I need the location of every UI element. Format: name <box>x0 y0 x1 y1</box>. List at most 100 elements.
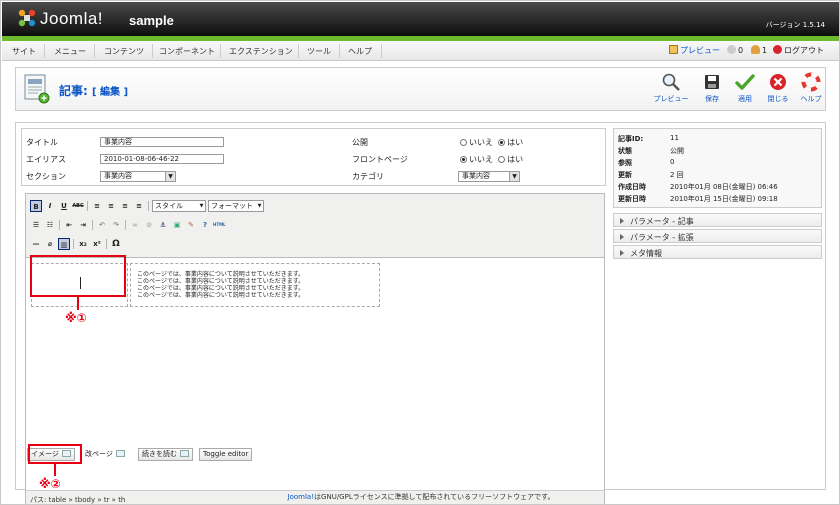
checkmark-icon <box>735 74 755 90</box>
menu-item-components[interactable]: コンポーネント <box>159 46 215 57</box>
anchor-icon[interactable]: ⚓ <box>157 219 169 231</box>
users-icon <box>751 45 760 54</box>
indent-icon[interactable]: ⇥ <box>77 219 89 231</box>
expand-arrow-icon <box>620 218 624 224</box>
preview-icon <box>669 45 678 54</box>
edit-form-area: タイトル 事業内容 エイリアス 2010-01-08-06-46-22 セクショ… <box>15 122 826 504</box>
content-line: このページでは、事業内容について説明させていただきます。 <box>137 292 305 299</box>
remove-format-icon[interactable]: ⌀ <box>44 238 56 250</box>
content-line: このページでは、事業内容について説明させていただきます。 <box>137 285 305 292</box>
image-icon[interactable]: ▣ <box>171 219 183 231</box>
visual-aid-icon[interactable]: ▥ <box>58 238 70 250</box>
frontpage-no-radio[interactable]: いいえ <box>460 155 493 164</box>
menu-item-help[interactable]: ヘルプ <box>348 46 372 57</box>
align-justify-icon[interactable]: ≡ <box>133 200 145 212</box>
article-meta-box: 記事ID: 11 状態 公開 参照 0 更新 2 回 作成日時 2010年01月 08日(… <box>613 128 822 208</box>
menu-item-tools[interactable]: ツール <box>307 46 331 57</box>
close-button[interactable]: 閉じる <box>760 72 796 104</box>
window-frame: Joomla! sample バージョン 1.5.14 サイト メニュー コンテ… <box>0 0 840 505</box>
bold-icon[interactable]: B <box>30 200 42 212</box>
undo-icon[interactable]: ↶ <box>96 219 108 231</box>
floppy-disk-icon <box>705 75 719 89</box>
menu-item-content[interactable]: コンテンツ <box>104 46 144 57</box>
logout-link[interactable]: ログアウト <box>773 45 824 56</box>
frontpage-radios: いいえ はい <box>460 154 523 165</box>
help-icon[interactable]: ? <box>199 219 211 231</box>
main-menu: サイト メニュー コンテンツ コンポーネント エクステンション ツール ヘルプ … <box>2 41 839 61</box>
bullet-list-icon[interactable]: ☰ <box>30 219 42 231</box>
published-yes-radio[interactable]: はい <box>498 138 523 147</box>
chevron-down-icon: ▼ <box>165 172 175 181</box>
article-edit-icon <box>24 74 50 104</box>
horizontal-rule-icon[interactable]: — <box>30 238 42 250</box>
annotation-box-1 <box>30 255 126 297</box>
annotation-line-2 <box>54 464 56 476</box>
editor-toolbar: B I U ABC ≡ ≡ ≡ ≡ スタイル ▼ フォーマット ▼ ☰ ☷ ⇤ … <box>26 194 604 258</box>
frontpage-yes-radio[interactable]: はい <box>498 155 523 164</box>
section-label: セクション <box>26 172 66 181</box>
special-char-icon[interactable]: Ω <box>110 238 122 250</box>
content-line: このページでは、事業内容について説明させていただきます。 <box>137 271 305 278</box>
pane-meta-info[interactable]: メタ情報 <box>613 245 822 259</box>
readmore-button[interactable]: 続きを読む <box>138 448 193 461</box>
pagebreak-icon <box>115 450 125 457</box>
pane-advanced-params[interactable]: パラメータ - 拡張 <box>613 229 822 243</box>
cleanup-icon[interactable]: ✎ <box>185 219 197 231</box>
joomla-link[interactable]: Joomla! <box>288 493 315 501</box>
site-name: sample <box>129 13 174 28</box>
italic-icon[interactable]: I <box>44 200 56 212</box>
link-icon[interactable]: ∞ <box>129 219 141 231</box>
align-right-icon[interactable]: ≡ <box>119 200 131 212</box>
category-select[interactable]: 事業内容 ▼ <box>458 171 520 182</box>
messages-count[interactable]: 0 <box>727 45 743 55</box>
format-dropdown[interactable]: フォーマット ▼ <box>208 200 264 212</box>
category-label: カテゴリ <box>352 172 384 181</box>
help-button[interactable]: ヘルプ <box>793 72 829 104</box>
section-select[interactable]: 事業内容 ▼ <box>100 171 176 182</box>
magnifier-icon <box>662 73 680 91</box>
menu-item-site[interactable]: サイト <box>12 46 36 57</box>
outdent-icon[interactable]: ⇤ <box>63 219 75 231</box>
title-input[interactable]: 事業内容 <box>100 137 224 147</box>
save-button[interactable]: 保存 <box>694 72 730 104</box>
annotation-note-2: ※② <box>39 477 61 491</box>
unlink-icon[interactable]: ⊘ <box>143 219 155 231</box>
underline-icon[interactable]: U <box>58 200 70 212</box>
align-left-icon[interactable]: ≡ <box>91 200 103 212</box>
menu-item-menus[interactable]: メニュー <box>54 46 86 57</box>
content-line: このページでは、事業内容について説明させていただきます。 <box>137 278 305 285</box>
pane-article-params[interactable]: パラメータ - 記事 <box>613 213 822 227</box>
alias-input[interactable]: 2010-01-08-06-46-22 <box>100 154 224 164</box>
article-details: タイトル 事業内容 エイリアス 2010-01-08-06-46-22 セクショ… <box>21 128 606 186</box>
published-no-radio[interactable]: いいえ <box>460 138 493 147</box>
pagebreak-button[interactable]: 改ページ <box>81 448 129 461</box>
annotation-box-2 <box>28 444 82 464</box>
footer: Joomla!はGNU/GPLライセンスに準拠して配布されているフリーソフトウェ… <box>1 492 839 502</box>
close-icon <box>770 74 786 90</box>
published-radios: いいえ はい <box>460 137 523 148</box>
subscript-icon[interactable]: x₂ <box>77 238 89 250</box>
align-center-icon[interactable]: ≡ <box>105 200 117 212</box>
toggle-editor-button[interactable]: Toggle editor <box>199 448 253 461</box>
logout-icon <box>773 45 782 54</box>
version-label: バージョン 1.5.14 <box>765 21 825 29</box>
redo-icon[interactable]: ↷ <box>110 219 122 231</box>
admin-header: Joomla! sample バージョン 1.5.14 <box>2 2 839 36</box>
table-cell-text[interactable]: このページでは、事業内容について説明させていただきます。 このページでは、事業内… <box>130 263 380 307</box>
published-label: 公開 <box>352 138 368 147</box>
style-dropdown[interactable]: スタイル ▼ <box>152 200 206 212</box>
preview-button[interactable]: プレビュー <box>653 72 689 104</box>
numbered-list-icon[interactable]: ☷ <box>44 219 56 231</box>
superscript-icon[interactable]: x² <box>91 238 103 250</box>
page-title: 記事: [ 編集 ] <box>59 84 129 98</box>
html-source-icon[interactable]: HTML <box>213 219 226 231</box>
apply-button[interactable]: 適用 <box>727 72 763 104</box>
joomla-logo-text: Joomla! <box>40 9 104 28</box>
joomla-logo-icon <box>18 9 36 27</box>
menu-item-extensions[interactable]: エクステンション <box>229 46 293 57</box>
frontpage-label: フロントページ <box>352 155 408 164</box>
strikethrough-icon[interactable]: ABC <box>72 200 84 212</box>
lifebuoy-icon <box>801 72 821 92</box>
preview-link[interactable]: プレビュー <box>669 45 720 56</box>
readmore-icon <box>180 450 189 457</box>
